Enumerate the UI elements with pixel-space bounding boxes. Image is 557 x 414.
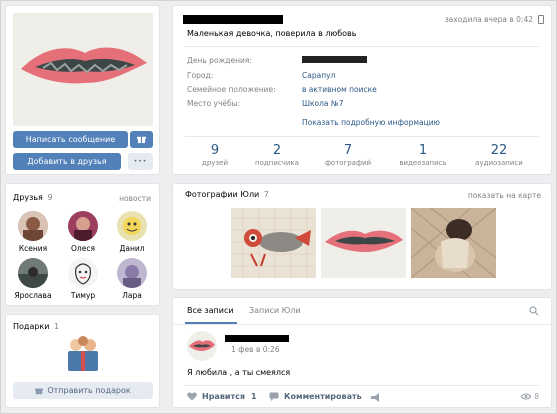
divider — [185, 385, 539, 386]
photo-thumb-1[interactable] — [231, 208, 316, 278]
send-message-button[interactable]: Написать сообщение — [13, 131, 128, 148]
friend-avatar-danil[interactable] — [117, 211, 147, 241]
like-count: 1 — [251, 392, 257, 401]
gifts-card: Подарки 1 Отправить подарок — [5, 314, 160, 408]
photos-title: Фотографии Юли — [185, 190, 260, 199]
send-message-label: Написать сообщение — [25, 135, 116, 144]
add-friend-label: Добавить в друзья — [27, 157, 107, 166]
stat-friends-count: 9 — [210, 143, 220, 158]
add-friend-button[interactable]: Добавить в друзья — [13, 153, 121, 170]
friend-avatar-yaroslava[interactable] — [18, 258, 48, 288]
info-label-relationship: Семейное положение: — [187, 85, 276, 94]
gift-icon-button[interactable] — [130, 131, 153, 148]
info-label-school: Место учёбы: — [187, 99, 241, 108]
info-value-school[interactable]: Школа №7 — [302, 99, 343, 108]
more-dots-icon: ••• — [133, 158, 148, 165]
stat-audios-label: аудиозаписи — [475, 159, 523, 167]
eye-icon — [521, 393, 532, 400]
wall-card: Все записи Записи Юли 1 фев в 0:26 Я люб… — [172, 297, 552, 408]
photos-card: Фотографии Юли 7 показать на карте — [172, 183, 552, 290]
divider — [173, 324, 551, 325]
friend-avatar-ksenia[interactable] — [18, 211, 48, 241]
send-gift-button[interactable]: Отправить подарок — [13, 382, 153, 399]
wall-tab-owner-label: Записи Юли — [249, 306, 301, 315]
gifts-count: 1 — [54, 322, 60, 331]
stat-photos-count: 7 — [343, 143, 353, 158]
photos-count: 7 — [263, 190, 269, 199]
stat-audios-count: 22 — [490, 143, 508, 158]
last-seen: заходила вчера в 0:42 — [444, 15, 533, 24]
photos-header[interactable]: Фотографии Юли 7 — [185, 190, 269, 199]
stat-videos-count: 1 — [418, 143, 428, 158]
friend-name-danil[interactable]: Данил — [109, 244, 155, 253]
stat-photos-label: фотографий — [324, 159, 372, 167]
friends-header[interactable]: Друзья 9 — [13, 193, 52, 202]
comment-label: Комментировать — [284, 392, 362, 401]
profile-name-redacted — [183, 15, 283, 24]
gift-icon — [35, 388, 44, 394]
phone-icon — [538, 15, 544, 24]
birthday-value-redacted — [302, 56, 367, 63]
views: 8 — [521, 392, 539, 401]
comment-icon — [269, 392, 279, 401]
profile-info-card: заходила вчера в 0:42 Маленькая девочка,… — [172, 5, 552, 175]
post-author-name-redacted — [225, 335, 289, 342]
post-date[interactable]: 1 фев в 0:26 — [231, 345, 280, 354]
wall-tab-all-label: Все записи — [187, 306, 234, 315]
comment-button[interactable]: Комментировать — [269, 392, 362, 401]
gifts-title: Подарки — [13, 322, 50, 331]
friend-name-olesya[interactable]: Олеся — [60, 244, 106, 253]
share-icon[interactable] — [371, 393, 381, 402]
like-label: Нравится — [202, 392, 246, 401]
info-label-birthday: День рождения: — [187, 56, 252, 65]
search-icon[interactable] — [529, 306, 539, 316]
friend-name-timur[interactable]: Тимур — [60, 291, 106, 300]
friend-avatar-lara[interactable] — [117, 258, 147, 288]
more-actions-button[interactable]: ••• — [128, 153, 153, 170]
friends-title: Друзья — [13, 193, 43, 202]
friends-card: Друзья 9 новости Ксения Олеся Данил Ярос… — [5, 183, 160, 306]
gifts-header[interactable]: Подарки 1 — [13, 322, 59, 331]
info-value-relationship[interactable]: в активном поиске — [302, 85, 377, 94]
friend-name-yaroslava[interactable]: Ярослава — [10, 291, 56, 300]
stat-friends-label: друзей — [201, 159, 228, 167]
profile-avatar-card: Написать сообщение Добавить в друзья ••• — [5, 5, 160, 175]
friends-news-link[interactable]: новости — [119, 194, 151, 203]
profile-status[interactable]: Маленькая девочка, поверила в любовь — [187, 29, 356, 38]
stat-videos-label: видеозапись — [399, 159, 447, 167]
info-value-city[interactable]: Сарапул — [302, 71, 335, 80]
friend-name-lara[interactable]: Лара — [109, 291, 155, 300]
show-more-info-link[interactable]: Показать подробную информацию — [302, 118, 440, 127]
divider — [185, 46, 539, 47]
friend-avatar-olesya[interactable] — [68, 211, 98, 241]
wall-tab-all[interactable]: Все записи — [187, 306, 234, 315]
divider — [185, 136, 539, 137]
views-count: 8 — [534, 392, 539, 401]
show-on-map-link[interactable]: показать на карте — [468, 191, 541, 200]
photo-thumb-2[interactable] — [321, 208, 406, 278]
friend-avatar-timur[interactable] — [68, 258, 98, 288]
heart-icon — [187, 392, 197, 401]
friend-name-ksenia[interactable]: Ксения — [10, 244, 56, 253]
post-author-avatar[interactable] — [187, 331, 217, 361]
profile-avatar[interactable] — [13, 13, 153, 126]
gift-image[interactable] — [64, 335, 102, 373]
post-text: Я любила , а ты смеялся — [187, 368, 291, 377]
send-gift-label: Отправить подарок — [47, 386, 131, 395]
like-button[interactable]: Нравится 1 — [187, 392, 257, 401]
stat-followers-count: 2 — [272, 143, 282, 158]
gift-icon — [137, 136, 146, 144]
wall-tab-owner[interactable]: Записи Юли — [249, 306, 301, 315]
friends-count: 9 — [47, 193, 53, 202]
info-label-city: Город: — [187, 71, 214, 80]
photo-thumb-3[interactable] — [411, 208, 496, 278]
stat-followers-label: подписчика — [255, 159, 299, 167]
